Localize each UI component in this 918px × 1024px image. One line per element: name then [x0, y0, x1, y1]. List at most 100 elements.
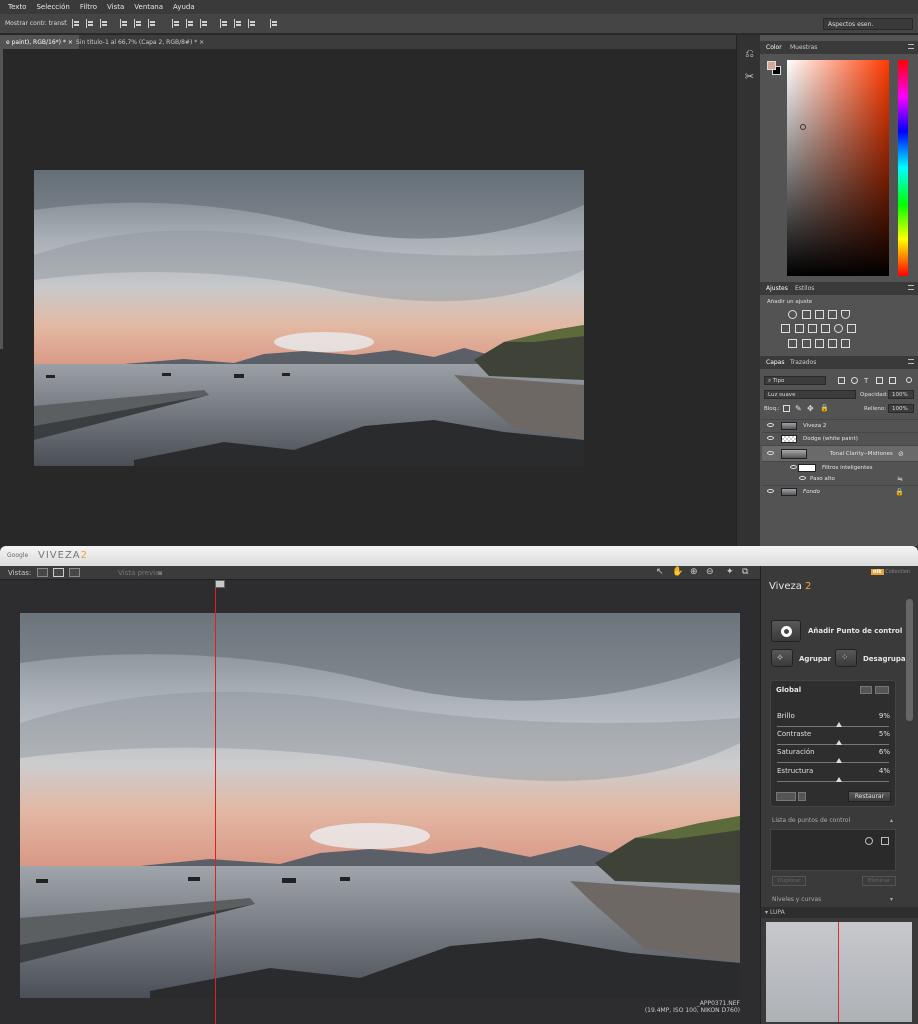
menu-seleccion[interactable]: Selección [36, 3, 69, 11]
visibility-eye-icon[interactable] [767, 451, 774, 455]
fill-input[interactable]: 100% [888, 404, 914, 413]
tab-layers[interactable]: Capas [766, 359, 784, 366]
distribute-top-icon[interactable] [172, 19, 181, 28]
gradient-map-icon[interactable] [841, 339, 850, 348]
slider-track-contraste[interactable] [777, 744, 889, 745]
tool-presets-icon[interactable]: ✂ [743, 70, 756, 83]
align-hcenter-icon[interactable] [134, 19, 143, 28]
tab-document-2[interactable]: Sin título-1 al 66,7% (Capa 2, RGB/8#) *… [70, 35, 210, 49]
hue-slider[interactable] [898, 60, 908, 276]
color-field[interactable] [787, 60, 889, 276]
slider-knob-contraste[interactable] [835, 740, 842, 745]
align-vcenter-icon[interactable] [86, 19, 95, 28]
layer-row[interactable]: Fondo 🔒 [762, 485, 918, 498]
tab-color[interactable]: Color [766, 44, 782, 51]
slider-track-saturacion[interactable] [777, 762, 889, 763]
workspace-select[interactable]: Aspectos esen. [823, 18, 913, 30]
channel-select[interactable] [776, 792, 796, 801]
menu-ventana[interactable]: Ventana [134, 3, 163, 11]
menu-texto[interactable]: Texto [8, 3, 26, 11]
history-icon[interactable]: ⎌ [743, 47, 756, 60]
auto-align-icon[interactable] [270, 19, 279, 28]
loupe-header[interactable]: ▾ LUPA [761, 907, 918, 918]
layer-row[interactable]: Viveza 2 [762, 419, 918, 432]
tab-swatches[interactable]: Muestras [790, 44, 817, 51]
distribute-vcenter-icon[interactable] [186, 19, 195, 28]
visibility-eye-icon[interactable] [767, 489, 774, 493]
photo-seascape[interactable] [34, 170, 584, 466]
restore-button[interactable]: Restaurar [848, 791, 891, 802]
distribute-left-icon[interactable] [220, 19, 229, 28]
filter-shape-icon[interactable] [876, 377, 883, 384]
close-icon[interactable]: × [199, 39, 204, 46]
filter-blending-icon[interactable]: ≒ [897, 475, 903, 483]
point-mask-icon[interactable] [881, 837, 889, 845]
distribute-hcenter-icon[interactable] [234, 19, 243, 28]
vibrance-icon[interactable] [841, 310, 850, 319]
options-icon[interactable] [875, 686, 889, 694]
color-picker-cursor[interactable] [800, 124, 806, 130]
filter-adjustment-icon[interactable] [851, 377, 858, 384]
hue-saturation-icon[interactable] [781, 324, 790, 333]
menu-filtro[interactable]: Filtro [80, 3, 97, 11]
selective-color-icon[interactable] [828, 339, 837, 348]
collapse-icon[interactable]: ▴ [890, 817, 893, 824]
smart-filter-options-icon[interactable]: ⊘ [898, 450, 904, 458]
lock-position-icon[interactable]: ✥ [807, 404, 814, 413]
slider-track-brillo[interactable] [777, 726, 889, 727]
single-view-button[interactable] [37, 568, 48, 577]
slider-knob-estructura[interactable] [835, 777, 842, 782]
point-visibility-icon[interactable] [865, 837, 873, 845]
tab-adjustments[interactable]: Ajustes [766, 285, 788, 292]
menu-ayuda[interactable]: Ayuda [173, 3, 195, 11]
visibility-eye-icon[interactable] [799, 476, 806, 480]
tab-styles[interactable]: Estilos [795, 285, 814, 292]
slider-track-estructura[interactable] [777, 781, 889, 782]
split-view-button[interactable] [53, 568, 64, 577]
preview-photo[interactable] [20, 613, 740, 998]
show-transform-controls[interactable]: Mostrar contr. transf. [5, 20, 68, 27]
distribute-bottom-icon[interactable] [200, 19, 209, 28]
layer-row[interactable]: Dodge (white paint) [762, 432, 918, 445]
levels-icon[interactable] [802, 310, 811, 319]
blend-mode-select[interactable]: Luz suave [764, 390, 856, 399]
visibility-eye-icon[interactable] [790, 465, 797, 469]
channel-dropdown-icon[interactable] [798, 792, 806, 801]
brightness-icon[interactable] [788, 310, 797, 319]
tab-document-1[interactable]: e paint), RGB/16*) * × [0, 35, 79, 49]
zoom-in-icon[interactable]: ⊕ [690, 567, 698, 577]
align-right-icon[interactable] [148, 19, 157, 28]
expand-icon[interactable] [860, 686, 872, 694]
filter-pixel-icon[interactable] [838, 377, 845, 384]
control-points-list[interactable] [770, 829, 896, 871]
panel-scrollbar[interactable] [906, 599, 913, 721]
slider-knob-saturacion[interactable] [835, 758, 842, 763]
group-button[interactable]: ⟡ [771, 649, 793, 667]
channel-mixer-icon[interactable] [834, 324, 843, 333]
divider-handle[interactable] [215, 580, 225, 588]
black-white-icon[interactable] [808, 324, 817, 333]
curves-icon[interactable] [815, 310, 824, 319]
align-bottom-icon[interactable] [100, 19, 109, 28]
tab-paths[interactable]: Trazados [790, 359, 816, 366]
pointer-tool-icon[interactable]: ↖ [656, 567, 664, 577]
color-balance-icon[interactable] [795, 324, 804, 333]
filter-smartobject-icon[interactable] [889, 377, 896, 384]
threshold-icon[interactable] [815, 339, 824, 348]
preview-checkbox[interactable]: ▪ [158, 569, 163, 577]
duplicate-button[interactable]: Duplicar [772, 876, 806, 886]
visibility-eye-icon[interactable] [767, 423, 774, 427]
panel-menu-icon[interactable] [908, 359, 914, 364]
control-points-list-label[interactable]: Lista de puntos de control [772, 817, 850, 824]
filter-toggle-icon[interactable] [906, 377, 912, 383]
lock-transparent-icon[interactable] [783, 405, 790, 412]
opacity-input[interactable]: 100% [888, 390, 914, 399]
panel-menu-icon[interactable] [908, 285, 914, 290]
ungroup-button[interactable]: ⁘ [835, 649, 857, 667]
loupe-preview[interactable] [766, 922, 912, 1022]
color-lookup-icon[interactable] [847, 324, 856, 333]
lock-pixels-icon[interactable]: ✎ [795, 404, 802, 413]
side-by-side-button[interactable] [69, 568, 80, 577]
add-control-point-label[interactable]: Añadir Punto de control [808, 627, 902, 635]
filter-type-icon[interactable]: T [864, 377, 868, 385]
